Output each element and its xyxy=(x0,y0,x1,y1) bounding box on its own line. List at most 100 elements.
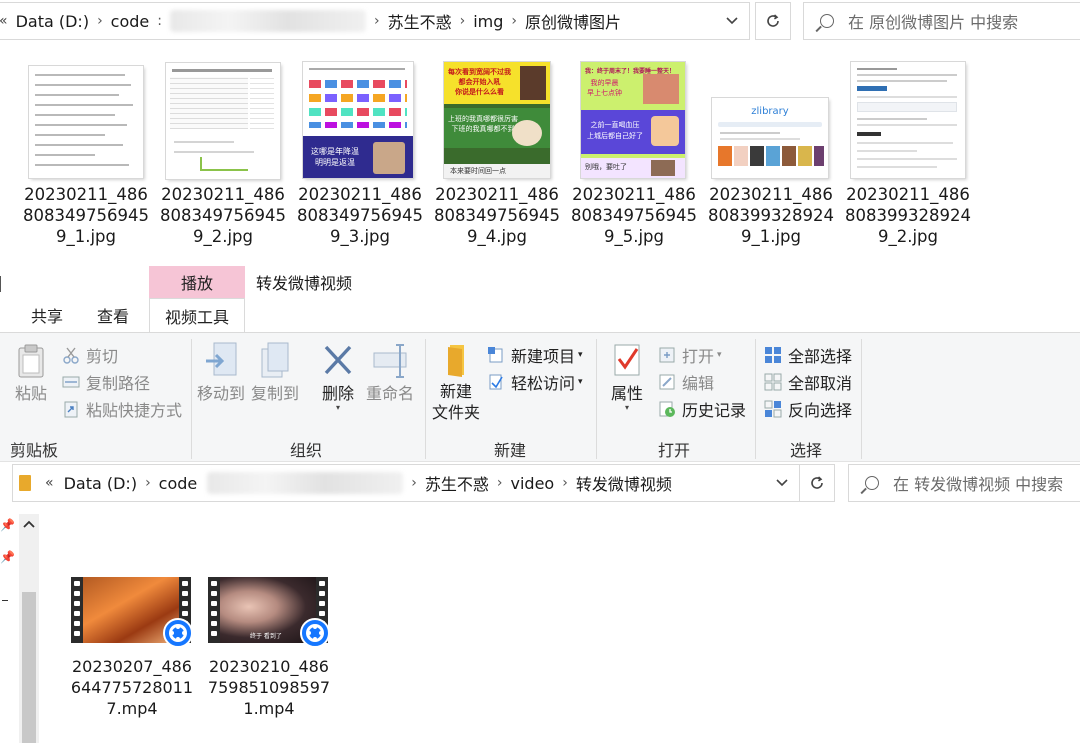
refresh-button[interactable] xyxy=(755,2,791,40)
tab-video-tools[interactable]: 视频工具 xyxy=(149,298,245,332)
file-name-line: 9_2.jpg xyxy=(877,227,939,246)
video-file-item[interactable]: 终于 看到了 20230210_486 759851098597 1.mp4 xyxy=(200,572,340,722)
file-name-line: 808399328924 xyxy=(845,206,971,225)
invert-selection-button[interactable]: 反向选择 xyxy=(764,397,852,421)
search-placeholder: 在 原创微博图片 中搜索 xyxy=(848,13,1019,32)
file-name-line: 7.mp4 xyxy=(106,699,158,718)
rename-label: 重命名 xyxy=(365,384,414,403)
paste-shortcut-button[interactable]: 粘贴快捷方式 xyxy=(62,397,182,421)
breadcrumb-separator[interactable]: › xyxy=(460,13,466,29)
breadcrumb-current[interactable]: 原创微博图片 xyxy=(525,9,621,33)
select-all-icon xyxy=(765,347,781,363)
address-bar[interactable]: « Data (D:) › code › 苏生不惑 › video › 转发微博… xyxy=(12,464,800,502)
breadcrumb-overflow-chevron[interactable]: « xyxy=(0,13,8,29)
breadcrumb-folder-parent[interactable]: 苏生不惑 xyxy=(388,9,452,33)
chevron-down-icon[interactable] xyxy=(767,465,797,501)
properties-label: 属性 xyxy=(610,384,643,403)
clipboard-icon xyxy=(18,344,44,378)
thumbnail-caption: 别哦，要吐了 xyxy=(585,163,627,171)
edit-button[interactable]: 编辑 xyxy=(658,370,714,394)
chevron-down-icon: ▾ xyxy=(578,350,583,360)
tab-play-context[interactable]: 播放 xyxy=(149,266,245,298)
properties-button[interactable]: 属性 ▾ xyxy=(604,341,650,412)
refresh-button[interactable] xyxy=(799,464,835,502)
paste-shortcut-label: 粘贴快捷方式 xyxy=(86,401,183,420)
breadcrumb-overflow-chevron[interactable]: « xyxy=(45,475,54,491)
breadcrumb-separator[interactable]: › xyxy=(562,475,568,491)
breadcrumb-separator[interactable]: › xyxy=(145,475,151,491)
video-file-name: 20230207_486 644775728011 7.mp4 xyxy=(62,656,202,719)
file-thumbnail: zlibrary xyxy=(712,98,828,178)
copy-to-label: 复制到 xyxy=(250,384,299,403)
history-button[interactable]: 历史记录 xyxy=(658,397,746,421)
file-name-line: 808399328924 xyxy=(708,206,834,225)
new-item-button[interactable]: 新建项目 ▾ xyxy=(487,343,583,367)
breadcrumb-folder-parent[interactable]: 苏生不惑 xyxy=(425,471,489,495)
rename-button[interactable]: 重命名 xyxy=(364,341,416,404)
video-player-icon xyxy=(163,618,193,648)
search-input[interactable]: 在 原创微博图片 中搜索 xyxy=(803,2,1080,40)
thumbnail-caption: 明明是返温 xyxy=(315,158,355,167)
scissors-icon xyxy=(63,347,79,364)
file-item[interactable]: 20230211_486 808399328924 9_2.jpg xyxy=(843,60,973,250)
breadcrumb-separator[interactable]: › xyxy=(374,13,380,29)
chevron-down-icon[interactable] xyxy=(717,3,747,39)
easy-access-button[interactable]: 轻松访问 ▾ xyxy=(487,370,583,394)
breadcrumb-separator[interactable]: › xyxy=(511,13,517,29)
file-item[interactable]: 每次看到宽阔不过我 都会开始入吼 你说是什么么看 上班的我真哪都很厉害 下班的我… xyxy=(432,60,562,250)
select-all-button[interactable]: 全部选择 xyxy=(764,343,852,367)
tab-share[interactable]: 共享 xyxy=(14,298,80,332)
file-name-line: 9_1.jpg xyxy=(740,227,802,246)
thumbnail-caption: 这哪是年降温 xyxy=(311,147,359,156)
video-file-item[interactable]: 20230207_486 644775728011 7.mp4 xyxy=(63,572,203,722)
file-item[interactable]: 这哪是年降温 明明是返温 20230211_486 808349756945 9… xyxy=(295,60,425,250)
tab-view[interactable]: 查看 xyxy=(80,298,146,332)
breadcrumb-separator[interactable]: : xyxy=(157,13,162,29)
breadcrumb-code[interactable]: code xyxy=(159,474,198,493)
breadcrumb-folder-img[interactable]: img xyxy=(473,12,503,31)
breadcrumb-drive[interactable]: Data (D:) xyxy=(64,474,137,493)
open-button[interactable]: 打开 ▾ xyxy=(658,343,722,367)
ribbon: 粘贴 剪切 复制路径 粘贴快捷方式 剪贴板 移动到 复制到 删除 ▾ 重命名 组… xyxy=(0,332,1080,462)
pin-icon[interactable]: 📌 xyxy=(0,518,15,532)
select-none-button[interactable]: 全部取消 xyxy=(764,370,852,394)
file-item[interactable]: 20230211_486 808349756945 9_2.jpg xyxy=(158,60,288,250)
cut-button[interactable]: 剪切 xyxy=(62,343,118,367)
search-input[interactable]: 在 转发微博视频 中搜索 xyxy=(848,464,1080,502)
breadcrumb-code[interactable]: code xyxy=(111,12,150,31)
move-to-button[interactable]: 移动到 xyxy=(196,341,246,404)
group-divider xyxy=(861,339,862,459)
thumbnail-caption: 本来要时间回一点 xyxy=(450,167,506,175)
scrollbar-thumb[interactable] xyxy=(22,592,36,743)
file-name-line: 808349756945 xyxy=(434,206,560,225)
paste-shortcut-icon xyxy=(64,401,78,418)
copy-to-button[interactable]: 复制到 xyxy=(250,341,300,404)
breadcrumb-separator[interactable]: › xyxy=(497,475,503,491)
folder-icon xyxy=(19,475,31,491)
paste-button[interactable]: 粘贴 xyxy=(8,343,54,404)
thumbnail-caption: 早上七点钟 xyxy=(587,89,622,97)
file-thumbnail xyxy=(166,63,280,179)
breadcrumb-separator[interactable]: › xyxy=(411,475,417,491)
file-name-line: 1.mp4 xyxy=(243,699,295,718)
file-name-line: 808349756945 xyxy=(297,206,423,225)
copy-path-button[interactable]: 复制路径 xyxy=(62,370,150,394)
bottom-explorer-window: 播放 转发微博视频 共享 查看 视频工具 粘贴 剪切 复制路径 粘贴快捷方式 剪… xyxy=(0,262,1080,743)
file-item[interactable]: zlibrary 20230211_486 808399328924 9_1.j… xyxy=(706,60,836,250)
breadcrumb-drive[interactable]: Data (D:) xyxy=(16,12,89,31)
thumbnail-caption: 你说是什么么看 xyxy=(455,88,504,96)
select-none-label: 全部取消 xyxy=(788,374,853,393)
new-folder-button[interactable]: 新建 文件夹 xyxy=(430,341,482,423)
breadcrumb-folder-video[interactable]: video xyxy=(511,474,555,493)
breadcrumb-separator[interactable]: › xyxy=(97,13,103,29)
file-name: 20230211_486 808349756945 9_1.jpg xyxy=(21,184,151,247)
address-bar[interactable]: « Data (D:) › code : › 苏生不惑 › img › 原创微博… xyxy=(0,2,750,40)
file-item[interactable]: 20230211_486 808349756945 9_1.jpg xyxy=(21,60,151,250)
scroll-up-arrow[interactable] xyxy=(21,516,37,532)
file-name-line: 9_3.jpg xyxy=(329,227,391,246)
file-name: 20230211_486 808349756945 9_3.jpg xyxy=(295,184,425,247)
delete-button[interactable]: 删除 ▾ xyxy=(316,341,360,412)
pin-icon[interactable]: 📌 xyxy=(0,550,15,564)
file-item[interactable]: 我：终于周末了！我要睡一整天！ 我的早晨 早上七点钟 之前一直喝血压 上城后都自… xyxy=(569,60,699,250)
breadcrumb-current[interactable]: 转发微博视频 xyxy=(576,471,672,495)
